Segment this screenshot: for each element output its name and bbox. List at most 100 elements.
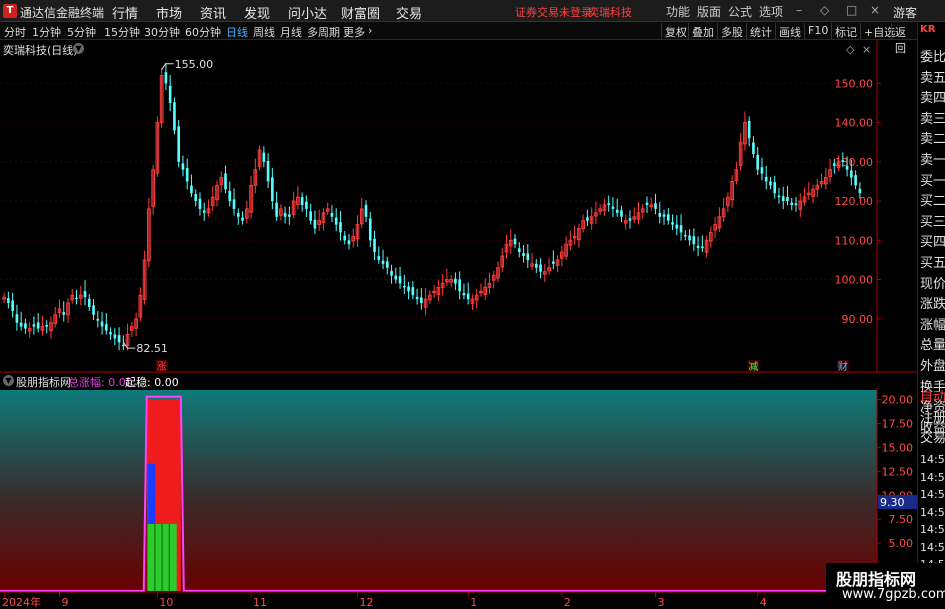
candle-body bbox=[334, 217, 338, 225]
chart-settings-icon[interactable]: ◇ bbox=[846, 43, 854, 56]
side-item[interactable]: 总量 bbox=[920, 334, 945, 353]
side-item[interactable]: 现价 bbox=[920, 273, 945, 292]
side-item[interactable]: 外盘 bbox=[920, 355, 945, 374]
menu-wealth-circle[interactable]: 财富圈 bbox=[341, 3, 380, 22]
candle-body bbox=[607, 203, 611, 205]
candle-body bbox=[309, 211, 312, 221]
menu-formula[interactable]: 公式 bbox=[728, 3, 752, 20]
candle-body bbox=[330, 213, 334, 217]
candle-body bbox=[662, 214, 666, 217]
indicator-chart[interactable]: 5.007.5010.0012.5015.0017.5020.009.30202… bbox=[0, 388, 917, 609]
candle-body bbox=[526, 253, 530, 260]
period-60min[interactable]: 60分钟 bbox=[185, 24, 221, 40]
candlestick-chart[interactable]: 90.00100.00110.00120.00130.00140.00150.0… bbox=[0, 40, 917, 373]
candle-body bbox=[194, 194, 198, 202]
candle-body bbox=[7, 298, 10, 304]
side-item[interactable]: 买四 bbox=[920, 231, 945, 250]
period-30min[interactable]: 30分钟 bbox=[144, 24, 180, 40]
side-stock-code: KR bbox=[920, 24, 936, 35]
side-item[interactable]: 涨幅 bbox=[920, 314, 945, 333]
multi-stock-button[interactable]: 多股 bbox=[717, 23, 746, 39]
menu-news[interactable]: 资讯 bbox=[200, 3, 226, 22]
menu-options[interactable]: 选项 bbox=[759, 3, 783, 20]
high-annotation-pointer bbox=[161, 63, 174, 71]
candle-body bbox=[394, 275, 398, 280]
side-item[interactable]: 买三 bbox=[920, 211, 945, 230]
menu-layout[interactable]: 版面 bbox=[697, 3, 721, 20]
period-1min[interactable]: 1分钟 bbox=[32, 24, 61, 40]
menu-function[interactable]: 功能 bbox=[666, 3, 690, 20]
candle-body bbox=[777, 195, 781, 198]
candle-body bbox=[752, 142, 755, 154]
candle-body bbox=[283, 213, 287, 217]
period-weekly[interactable]: 周线 bbox=[253, 24, 275, 40]
y-tick-label: 120.00 bbox=[835, 195, 874, 208]
side-item[interactable]: 涨跌 bbox=[920, 293, 945, 312]
candle-body bbox=[173, 102, 176, 131]
candle-body bbox=[83, 291, 87, 298]
x-tick-label: 4 bbox=[760, 596, 767, 609]
candle-body bbox=[466, 293, 470, 300]
candle-body bbox=[32, 324, 36, 327]
guest-account[interactable]: 游客 bbox=[893, 4, 917, 21]
menu-quotes[interactable]: 行情 bbox=[112, 3, 138, 22]
candle-body bbox=[654, 203, 657, 209]
chart-close-icon[interactable]: × bbox=[862, 43, 871, 56]
side-item[interactable]: 卖三 bbox=[920, 108, 945, 127]
period-5min[interactable]: 5分钟 bbox=[67, 24, 96, 40]
f10-button[interactable]: F10 bbox=[804, 23, 831, 39]
side-item[interactable]: 交易 bbox=[920, 427, 945, 446]
chart-title-dropdown-icon[interactable]: ▼ bbox=[73, 43, 84, 54]
close-icon[interactable]: × bbox=[870, 3, 880, 17]
menu-assistant[interactable]: 问小达 bbox=[288, 3, 327, 22]
restore-icon[interactable]: ◇ bbox=[820, 3, 829, 17]
candle-body bbox=[117, 335, 121, 343]
side-item[interactable]: 买五 bbox=[920, 252, 945, 271]
high-annotation-label: 155.00 bbox=[175, 58, 214, 71]
candle-body bbox=[96, 318, 100, 321]
candle-body bbox=[611, 206, 615, 209]
candle-body bbox=[271, 177, 274, 202]
maximize-icon[interactable]: □ bbox=[846, 3, 857, 17]
login-status[interactable]: 证券交易未登录 bbox=[515, 4, 592, 20]
draw-line-button[interactable]: 画线 bbox=[775, 23, 804, 39]
candle-body bbox=[236, 213, 240, 217]
mark-button[interactable]: 标记 bbox=[831, 23, 860, 39]
minimize-icon[interactable]: – bbox=[796, 3, 802, 17]
overlay-button[interactable]: 叠加 bbox=[688, 23, 717, 39]
candle-body bbox=[696, 245, 700, 249]
side-item[interactable]: 卖四 bbox=[920, 87, 945, 106]
event-marker-label: 财 bbox=[838, 360, 848, 373]
side-item[interactable]: 买二 bbox=[920, 190, 945, 209]
side-trade-time: 14:5 bbox=[920, 488, 945, 501]
side-item[interactable]: 卖五 bbox=[920, 67, 945, 86]
side-item[interactable]: 卖一 bbox=[920, 149, 945, 168]
menu-trade[interactable]: 交易 bbox=[396, 3, 422, 22]
current-stock-name: 奕瑞科技 bbox=[588, 6, 632, 19]
candle-body bbox=[522, 252, 525, 256]
period-more[interactable]: 更多 bbox=[343, 24, 365, 40]
side-item[interactable]: 买一 bbox=[920, 170, 945, 189]
indicator-y-tick-label: 17.50 bbox=[882, 418, 914, 431]
side-item[interactable]: 自动 bbox=[920, 386, 945, 405]
candle-body bbox=[615, 209, 619, 213]
period-multi[interactable]: 多周期 bbox=[307, 24, 340, 40]
period-monthly[interactable]: 月线 bbox=[280, 24, 302, 40]
menu-market[interactable]: 市场 bbox=[156, 3, 182, 22]
indicator-dropdown-icon[interactable]: ▼ bbox=[3, 375, 14, 386]
menu-discover[interactable]: 发现 bbox=[244, 3, 270, 22]
adjust-button[interactable]: 复权 bbox=[661, 23, 690, 39]
back-button[interactable]: 返回 bbox=[891, 23, 917, 55]
period-15min[interactable]: 15分钟 bbox=[104, 24, 140, 40]
side-item[interactable]: 卖二 bbox=[920, 128, 945, 147]
candle-body bbox=[645, 202, 649, 205]
candle-body bbox=[854, 175, 857, 186]
side-item[interactable]: 委比 bbox=[920, 46, 945, 65]
candle-body bbox=[517, 248, 521, 253]
highlight-blue-bar bbox=[147, 463, 156, 524]
statistics-button[interactable]: 统计 bbox=[746, 23, 775, 39]
more-chevron-icon[interactable]: › bbox=[368, 24, 372, 37]
period-daily[interactable]: 日线 bbox=[226, 24, 248, 40]
period-timeshare[interactable]: 分时 bbox=[4, 24, 26, 40]
side-item[interactable]: 注册 bbox=[920, 407, 945, 426]
